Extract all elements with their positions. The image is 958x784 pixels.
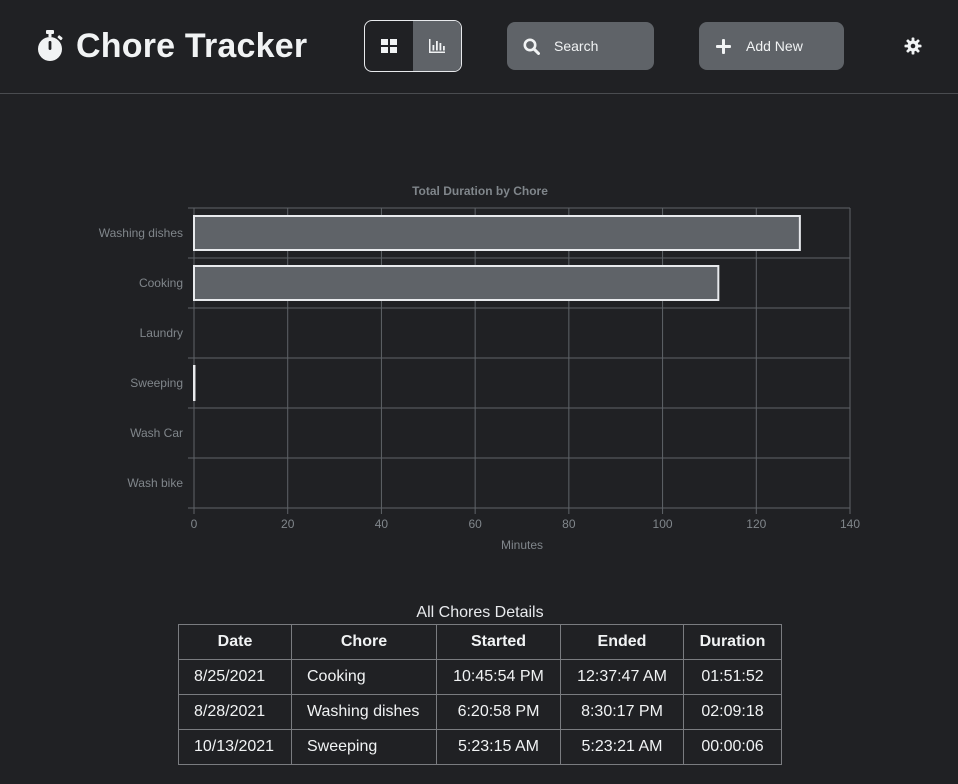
duration-cell: 01:51:52 (683, 659, 782, 695)
x-tick-label: 20 (281, 517, 295, 531)
search-icon (522, 37, 540, 55)
x-axis-label: Minutes (501, 538, 543, 552)
grid-view-button[interactable] (365, 21, 413, 71)
chore-cell: Cooking (291, 659, 437, 695)
y-tick-label: Wash Car (130, 426, 183, 440)
search-button[interactable]: Search (507, 22, 654, 70)
duration-cell: 00:00:06 (683, 729, 782, 765)
date-cell: 10/13/2021 (178, 729, 292, 765)
bar-chart: 0 20 40 60 80 100 120 140 Washing dishes Cooking L… (99, 184, 861, 552)
chart-title: Total Duration by Chore (412, 184, 548, 198)
chores-table: Date Chore Started Ended Duration 8/25/2… (178, 624, 782, 765)
chart-view-button[interactable] (413, 21, 461, 71)
ended-cell: 12:37:47 AM (560, 659, 684, 695)
date-cell: 8/25/2021 (178, 659, 292, 695)
x-tick-label: 120 (746, 517, 766, 531)
ended-cell: 8:30:17 PM (560, 694, 684, 730)
stopwatch-icon (38, 30, 63, 61)
y-tick-label: Sweeping (130, 376, 183, 390)
started-cell: 5:23:15 AM (436, 729, 561, 765)
table-row: 8/28/2021 Washing dishes 6:20:58 PM 8:30… (178, 694, 782, 730)
add-new-label: Add New (746, 38, 803, 54)
search-label: Search (554, 38, 599, 54)
column-header: Started (436, 624, 561, 660)
y-tick-label: Laundry (140, 326, 183, 340)
chore-cell: Washing dishes (291, 694, 437, 730)
table-row: 10/13/2021 Sweeping 5:23:15 AM 5:23:21 A… (178, 729, 782, 765)
app-title: Chore Tracker (76, 26, 308, 65)
x-tick-label: 40 (375, 517, 389, 531)
app-header: Chore Tracker Search Add New (0, 0, 958, 94)
y-tick-label: Cooking (139, 276, 183, 290)
ended-cell: 5:23:21 AM (560, 729, 684, 765)
x-tick-label: 0 (191, 517, 198, 531)
table-caption: All Chores Details (416, 604, 544, 621)
y-tick-label: Washing dishes (99, 226, 183, 240)
x-tick-label: 100 (653, 517, 673, 531)
grid-icon (381, 39, 397, 53)
table-row: 8/25/2021 Cooking 10:45:54 PM 12:37:47 A… (178, 659, 782, 695)
column-header: Ended (560, 624, 684, 660)
view-toggle (364, 20, 462, 72)
gear-icon[interactable] (903, 36, 923, 56)
column-header: Date (178, 624, 292, 660)
bar-chart-icon (429, 39, 445, 53)
chore-cell: Sweeping (291, 729, 437, 765)
started-cell: 6:20:58 PM (436, 694, 561, 730)
started-cell: 10:45:54 PM (436, 659, 561, 695)
duration-cell: 02:09:18 (683, 694, 782, 730)
bar (193, 215, 801, 251)
column-header: Chore (291, 624, 437, 660)
table-header-row: Date Chore Started Ended Duration (178, 624, 782, 660)
add-new-button[interactable]: Add New (699, 22, 844, 70)
x-tick-label: 60 (468, 517, 482, 531)
brand: Chore Tracker (34, 24, 307, 68)
bar (193, 265, 720, 301)
column-header: Duration (683, 624, 782, 660)
date-cell: 8/28/2021 (178, 694, 292, 730)
x-tick-label: 80 (562, 517, 576, 531)
duration-chart: 0 20 40 60 80 100 120 140 Washing dishes Cooking L… (0, 170, 958, 570)
x-tick-label: 140 (840, 517, 860, 531)
y-tick-label: Wash bike (127, 476, 183, 490)
plus-icon (714, 37, 732, 55)
